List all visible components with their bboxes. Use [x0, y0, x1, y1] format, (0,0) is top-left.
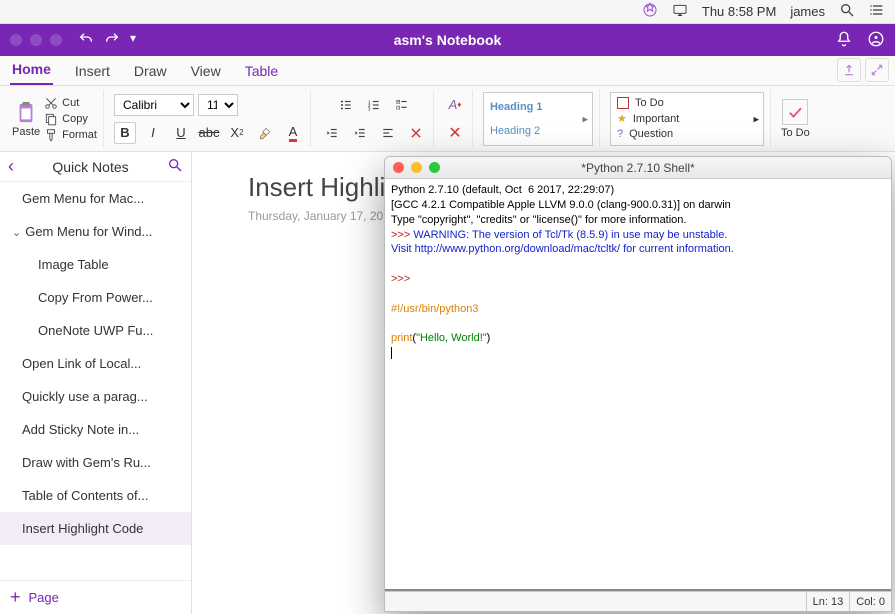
font-size-select[interactable]: 11	[198, 94, 238, 116]
window-controls[interactable]	[10, 34, 62, 46]
share-button[interactable]	[837, 58, 861, 82]
macos-menubar: Thu 8:58 PM james	[0, 0, 895, 24]
tab-home[interactable]: Home	[10, 55, 53, 85]
list-item[interactable]: Gem Menu for Mac...	[0, 182, 191, 215]
cut-button[interactable]: Cut	[44, 96, 97, 110]
sidebar-title: Quick Notes	[14, 159, 167, 175]
status-line: Ln: 13	[806, 592, 850, 611]
shell-titlebar[interactable]: *Python 2.7.10 Shell*	[385, 157, 891, 179]
list-item[interactable]: Gem Menu for Wind...	[0, 215, 191, 248]
format-painter-button[interactable]: Format	[44, 128, 97, 142]
spotlight-icon[interactable]	[839, 2, 855, 21]
fullscreen-button[interactable]	[865, 58, 889, 82]
list-item[interactable]: Draw with Gem's Ru...	[0, 446, 191, 479]
zoom-icon[interactable]	[429, 162, 440, 173]
highlight-button[interactable]	[254, 122, 276, 144]
tab-insert[interactable]: Insert	[73, 57, 112, 85]
paste-button[interactable]: Paste	[12, 100, 40, 138]
italic-button[interactable]: I	[142, 122, 164, 144]
shell-statusbar: Ln: 13 Col: 0	[385, 591, 891, 611]
minimize-icon[interactable]	[411, 162, 422, 173]
tags-gallery[interactable]: To Do ★Important ?Question ▸	[610, 92, 764, 146]
font-name-select[interactable]: Calibri	[114, 94, 194, 116]
plus-icon: +	[10, 587, 21, 608]
list-item[interactable]: Add Sticky Note in...	[0, 413, 191, 446]
shell-output[interactable]: Python 2.7.10 (default, Oct 6 2017, 22:2…	[385, 179, 891, 591]
todo-button[interactable]: To Do	[775, 90, 816, 147]
menu-list-icon[interactable]	[869, 2, 885, 21]
menubar-clock[interactable]: Thu 8:58 PM	[702, 4, 776, 19]
sidebar: ‹ Quick Notes Gem Menu for Mac... Gem Me…	[0, 152, 192, 614]
list-item[interactable]: Open Link of Local...	[0, 347, 191, 380]
bold-button[interactable]: B	[114, 122, 136, 144]
redo-button[interactable]	[104, 31, 120, 50]
font-color-button[interactable]: A	[282, 122, 304, 144]
number-list-button[interactable]: 123	[363, 94, 385, 116]
titlebar-menu-icon[interactable]: ▾	[130, 31, 136, 50]
page-list: Gem Menu for Mac... Gem Menu for Wind...…	[0, 182, 191, 580]
ribbon-tabs: Home Insert Draw View Table	[0, 56, 895, 86]
undo-button[interactable]	[78, 31, 94, 50]
tab-table[interactable]: Table	[243, 57, 280, 85]
clear-formatting-button[interactable]	[405, 122, 427, 144]
svg-text:3: 3	[368, 106, 371, 111]
copy-button[interactable]: Copy	[44, 112, 97, 126]
list-item[interactable]: Quickly use a parag...	[0, 380, 191, 413]
clear-format-icon[interactable]: A♦	[444, 94, 466, 116]
indent-button[interactable]	[349, 122, 371, 144]
list-item[interactable]: Table of Contents of...	[0, 479, 191, 512]
account-icon[interactable]	[867, 30, 885, 51]
add-page-button[interactable]: + Page	[0, 580, 191, 614]
chevron-down-icon: ▸	[582, 112, 588, 125]
list-item[interactable]: Image Table	[0, 248, 191, 281]
strikethrough-button[interactable]: abc	[198, 122, 220, 144]
notification-bell-icon[interactable]	[835, 30, 853, 51]
search-button[interactable]	[167, 157, 183, 176]
chevron-right-icon: ▸	[753, 112, 759, 125]
screen-mirror-icon[interactable]	[672, 2, 688, 21]
checklist-button[interactable]	[391, 94, 413, 116]
underline-button[interactable]: U	[170, 122, 192, 144]
ribbon-toolbar: Paste Cut Copy Format Calibri 11 B I U a…	[0, 86, 895, 152]
list-item-active[interactable]: Insert Highlight Code	[0, 512, 191, 545]
status-col: Col: 0	[849, 592, 891, 611]
list-item[interactable]: OneNote UWP Fu...	[0, 314, 191, 347]
tab-draw[interactable]: Draw	[132, 57, 169, 85]
outdent-button[interactable]	[321, 122, 343, 144]
app-titlebar: ▾ asm's Notebook	[0, 24, 895, 56]
headings-gallery[interactable]: Heading 1 Heading 2 ▸	[483, 92, 593, 146]
shell-title: *Python 2.7.10 Shell*	[385, 161, 891, 175]
delete-button[interactable]: ✕	[444, 122, 466, 144]
menubar-user[interactable]: james	[790, 4, 825, 19]
clipboard-manager-icon[interactable]	[642, 2, 658, 21]
bullet-list-button[interactable]	[335, 94, 357, 116]
close-icon[interactable]	[393, 162, 404, 173]
tab-view[interactable]: View	[189, 57, 223, 85]
python-shell-window: *Python 2.7.10 Shell* Python 2.7.10 (def…	[384, 156, 892, 612]
align-button[interactable]	[377, 122, 399, 144]
subscript-button[interactable]: X2	[226, 122, 248, 144]
list-item[interactable]: Copy From Power...	[0, 281, 191, 314]
